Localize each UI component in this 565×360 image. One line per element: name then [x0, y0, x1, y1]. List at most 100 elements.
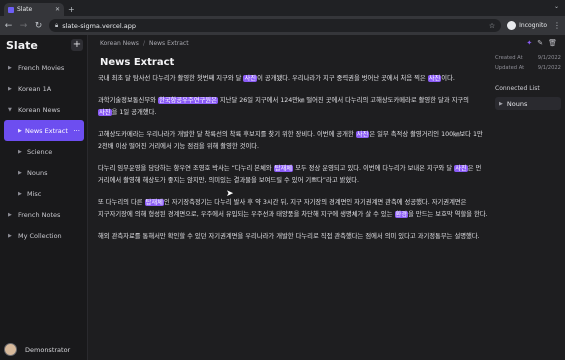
text-run: 다누리 임무운영을 담당하는 항우연 조영호 박사는 “다누리 본체와 [98, 164, 274, 172]
breadcrumb: Korean News / News Extract [100, 40, 189, 47]
text-run: 고해상도카메라는 우리나라가 개발한 달 착륙선의 착륙 후보지를 찾기 위한 … [98, 130, 356, 138]
new-tab-icon[interactable]: + [68, 5, 75, 14]
tab-title: Slate [17, 6, 33, 13]
breadcrumb-item[interactable]: Korean News [100, 40, 139, 47]
address-bar[interactable]: 🔒︎ slate-sigma.vercel.app ☆ [49, 19, 502, 32]
highlighted-word: 사진 [243, 75, 258, 82]
sidebar-item-korean-1a[interactable]: ▶ Korean 1A [0, 78, 88, 99]
text-run: 모두 정상 운영되고 있다. 이번에 다누리가 보내온 지구와 달 [293, 164, 455, 172]
sidebar-item-label: Science [27, 147, 53, 156]
text-run: 과학기술정보통신부와 [98, 96, 158, 104]
connected-list-item[interactable]: ▶ Nouns [495, 97, 561, 110]
text-run: 또 다누리의 다른 [98, 198, 145, 206]
sidebar-item-nouns[interactable]: ▶ Nouns [0, 162, 88, 183]
chevron-right-icon[interactable]: ▶ [8, 86, 12, 92]
text-run: 이 공개됐다. 우리나라가 지구 중력권을 벗어난 곳에서 처음 찍은 [257, 75, 428, 82]
page-title: News Extract [100, 57, 175, 68]
text-run: 국내 최초 달 탐사선 다누리가 촬영한 첫번째 지구와 달 [98, 75, 244, 82]
tab-search-icon[interactable]: ⌄ [554, 3, 559, 10]
edit-icon[interactable]: ✎ [537, 39, 543, 47]
bookmark-star-icon[interactable]: ☆ [489, 22, 495, 30]
text-run: 을 1일 공개했다. [111, 109, 157, 116]
highlighted-word: 환경 [394, 211, 409, 218]
sidebar-item-label: News Extract [25, 126, 68, 135]
reload-icon[interactable]: ↻ [34, 21, 43, 31]
breadcrumb-separator: / [142, 40, 145, 47]
chevron-right-icon[interactable]: ▶ [18, 170, 22, 176]
sidebar-item-label: Misc [27, 189, 42, 198]
sidebar-item-label: Nouns [27, 168, 48, 177]
user-profile[interactable]: Demonstrator [4, 343, 70, 356]
highlighted-word: 사진 [355, 130, 370, 138]
connected-item-label: Nouns [506, 99, 528, 108]
paragraph[interactable]: 고해상도카메라는 우리나라가 개발한 달 착륙선의 착륙 후보지를 찾기 위한 … [98, 129, 488, 154]
sidebar: Slate + ▶ French Movies ▶ Korean 1A ▼ Ko… [0, 35, 88, 360]
close-tab-icon[interactable]: ✕ [55, 6, 60, 13]
trash-icon[interactable]: 🗑︎ [548, 39, 557, 47]
main-content: Korean News / News Extract News Extract … [88, 35, 490, 360]
updated-at: Updated At 9/1/2022 [495, 65, 561, 71]
more-options-icon[interactable]: ··· [73, 127, 80, 135]
highlighted-word: 탑재체 [273, 164, 294, 172]
sidebar-item-label: French Notes [18, 210, 61, 219]
incognito-label: Incognito [519, 22, 547, 29]
sidebar-item-label: My Collection [18, 231, 62, 240]
created-value: 9/1/2022 [537, 55, 561, 61]
browser-menu-icon[interactable]: ⋮ [553, 21, 561, 30]
paragraph[interactable]: 국내 최초 달 탐사선 다누리가 촬영한 첫번째 지구와 달 사진이 공개됐다.… [98, 73, 488, 86]
created-label: Created At [495, 55, 523, 61]
highlighted-word: 사진 [454, 164, 468, 172]
highlighted-word: 한국항공우주연구원은 [157, 96, 218, 104]
chevron-right-icon[interactable]: ▶ [8, 233, 12, 239]
highlighted-word: 사진 [427, 75, 442, 82]
paragraph[interactable]: 해외 관측자료를 통해서만 확인할 수 있던 자기권계면을 우리나라가 개발한 … [98, 231, 488, 244]
forward-icon[interactable]: → [19, 21, 28, 31]
highlighted-word: 사진 [98, 109, 112, 116]
sidebar-item-korean-news[interactable]: ▼ Korean News [0, 99, 88, 120]
magic-wand-icon[interactable]: ✦ [526, 39, 532, 47]
favicon-icon [8, 6, 14, 13]
chevron-right-icon[interactable]: ▶ [499, 101, 503, 107]
highlighted-word: 탑재체 [144, 198, 164, 206]
sidebar-item-french-notes[interactable]: ▶ French Notes [0, 204, 88, 225]
sidebar-item-news-extract[interactable]: ▶ News Extract ··· [4, 120, 84, 141]
sidebar-item-label: Korean News [18, 105, 61, 114]
updated-value: 9/1/2022 [537, 65, 561, 71]
browser-tab[interactable]: Slate ✕ [4, 3, 64, 16]
paragraph[interactable]: 다누리 임무운영을 담당하는 항우연 조영호 박사는 “다누리 본체와 탑재체 … [98, 163, 488, 188]
add-collection-button[interactable]: + [71, 39, 83, 51]
sidebar-item-french-movies[interactable]: ▶ French Movies [0, 57, 88, 78]
sidebar-item-misc[interactable]: ▶ Misc [0, 183, 88, 204]
avatar[interactable] [4, 343, 17, 356]
incognito-indicator[interactable]: Incognito [507, 21, 547, 30]
toolbar: ✦ ✎ 🗑︎ [526, 39, 557, 47]
chevron-down-icon[interactable]: ▼ [8, 107, 12, 113]
mouse-cursor-icon: ➤ [226, 189, 234, 199]
paragraph[interactable]: 또 다누리의 다른 탑재체인 자기장측정기는 다누리 발사 후 약 3시간 뒤,… [98, 197, 488, 222]
details-panel: ✦ ✎ 🗑︎ Created At 9/1/2022 Updated At 9/… [490, 35, 565, 360]
chevron-right-icon[interactable]: ▶ [18, 128, 22, 134]
breadcrumb-item[interactable]: News Extract [149, 40, 189, 47]
app-brand: Slate [6, 39, 38, 52]
text-run: 지난달 26일 지구에서 124만㎞ 떨어진 곳에서 다누리의 고해상도카메라로… [217, 96, 469, 104]
paragraph[interactable]: 과학기술정보통신부와 한국항공우주연구원은 지난달 26일 지구에서 124만㎞… [98, 95, 488, 120]
sidebar-nav: ▶ French Movies ▶ Korean 1A ▼ Korean New… [0, 57, 88, 246]
url-text: slate-sigma.vercel.app [62, 21, 137, 30]
sidebar-item-label: French Movies [18, 63, 65, 72]
chevron-right-icon[interactable]: ▶ [18, 191, 22, 197]
chevron-right-icon[interactable]: ▶ [8, 65, 12, 71]
text-run: 이다. [441, 75, 455, 82]
sidebar-item-my-collection[interactable]: ▶ My Collection [0, 225, 88, 246]
back-icon[interactable]: ← [4, 21, 13, 31]
updated-label: Updated At [495, 65, 525, 71]
text-run: 해외 관측자료를 통해서만 확인할 수 있던 자기권계면을 우리나라가 개발한 … [98, 232, 480, 240]
document-body[interactable]: 국내 최초 달 탐사선 다누리가 촬영한 첫번째 지구와 달 사진이 공개됐다.… [98, 73, 488, 252]
browser-tabbar: Slate ✕ + ⌄ [0, 0, 565, 16]
user-name: Demonstrator [25, 345, 71, 354]
text-run: 을 만드는 보호막 역할을 한다. [408, 211, 488, 218]
incognito-icon [507, 21, 517, 30]
lock-icon: 🔒︎ [55, 21, 59, 29]
chevron-right-icon[interactable]: ▶ [8, 212, 12, 218]
sidebar-item-science[interactable]: ▶ Science [0, 141, 88, 162]
chevron-right-icon[interactable]: ▶ [18, 149, 22, 155]
